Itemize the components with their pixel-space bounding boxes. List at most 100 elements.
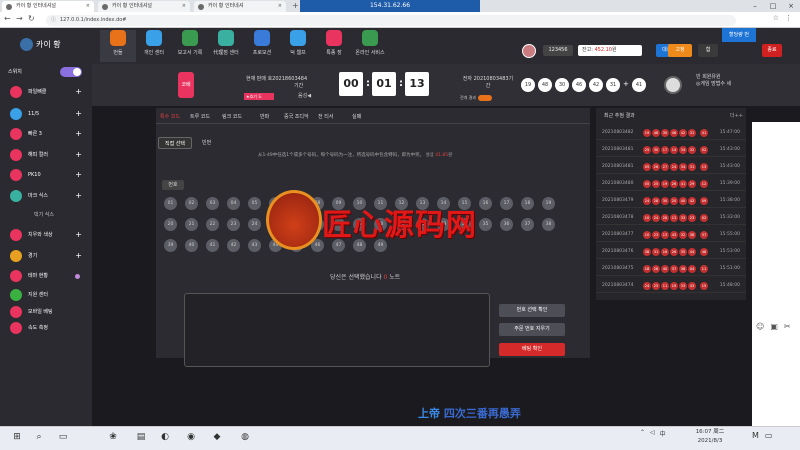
volume-icon[interactable]: ◁ <box>650 429 655 438</box>
expand-icon[interactable]: + <box>75 227 82 243</box>
browser-tab[interactable]: 카이 황 인터네셔널 × <box>2 1 94 12</box>
number-ball[interactable]: 42 <box>227 239 240 252</box>
tab-special-code[interactable]: 특수 코드 <box>160 113 180 120</box>
number-ball[interactable]: 35 <box>479 218 492 231</box>
number-ball[interactable]: 41 <box>206 239 219 252</box>
close-icon[interactable]: × <box>278 1 282 12</box>
site-logo[interactable]: 카이 황 <box>20 36 90 54</box>
tab-zodiac[interactable]: 중국 조디악 <box>284 113 309 120</box>
expand-icon[interactable]: + <box>75 106 82 122</box>
number-ball[interactable]: 39 <box>164 239 177 252</box>
sidebar-item[interactable]: 경기 + <box>8 248 86 264</box>
app2-icon[interactable]: ◍ <box>238 430 252 444</box>
expand-icon[interactable]: + <box>75 84 82 100</box>
smile-icon[interactable]: ☺ <box>756 322 764 331</box>
expand-icon[interactable]: + <box>75 248 82 264</box>
number-ball[interactable]: 18 <box>521 197 534 210</box>
notification-icon[interactable]: ▭ <box>765 431 773 440</box>
expand-icon[interactable]: + <box>75 147 82 163</box>
number-ball[interactable]: 16 <box>479 197 492 210</box>
number-ball[interactable]: 37 <box>521 218 534 231</box>
menu-icon[interactable]: ⋮ <box>785 14 792 22</box>
sidebar-item[interactable]: 모바일 베팅 <box>8 304 86 320</box>
number-ball[interactable]: 20 <box>164 218 177 231</box>
tab-link-code[interactable]: 링크 코드 <box>222 113 242 120</box>
subtab-frequent[interactable]: 빈번 <box>196 137 217 149</box>
forward-icon[interactable]: → <box>16 14 23 23</box>
nav-promotion[interactable]: 프로모션 <box>244 30 280 62</box>
close-icon[interactable]: × <box>782 0 800 12</box>
expand-icon[interactable]: + <box>75 188 82 204</box>
clock[interactable]: 16:07 周二 2021/8/3 <box>690 428 730 446</box>
logout-button[interactable]: 종료 <box>762 44 782 57</box>
chrome-icon[interactable]: ◉ <box>184 430 198 444</box>
task-view-icon[interactable]: ▭ <box>56 430 70 444</box>
remote-icon[interactable]: ◆ <box>210 430 224 444</box>
sidebar-item[interactable]: 11/5 + <box>8 106 86 122</box>
close-icon[interactable]: × <box>182 1 186 12</box>
number-ball[interactable]: 43 <box>248 239 261 252</box>
scissors-icon[interactable]: ✂ <box>784 322 791 331</box>
folder-icon[interactable]: ▤ <box>134 430 148 444</box>
number-ball[interactable]: 38 <box>542 218 555 231</box>
bet-numbers-textarea[interactable] <box>184 293 490 367</box>
sidebar-item[interactable]: 속도 측정 <box>8 320 86 336</box>
network-icon[interactable]: ⌃ <box>640 429 645 438</box>
tab-tail[interactable]: 전 티서 <box>318 113 333 120</box>
bet-confirm-button[interactable]: 베팅 확인 <box>499 343 565 356</box>
fixed-button[interactable]: 고정 <box>668 44 692 57</box>
animation-toggle[interactable]: 전개 결과 <box>460 95 492 101</box>
number-ball[interactable]: 19 <box>542 197 555 210</box>
number-ball[interactable]: 40 <box>185 239 198 252</box>
sidebar-item[interactable]: PK10 + <box>8 167 86 183</box>
nav-home[interactable]: 번들 <box>100 30 136 62</box>
number-ball[interactable]: 21 <box>185 218 198 231</box>
new-tab-icon[interactable]: + <box>292 0 299 12</box>
close-icon[interactable]: × <box>86 1 90 12</box>
nav-special[interactable]: 특종 장 <box>316 30 352 62</box>
url-input[interactable]: ⓘ 127.0.0.1/index.index.do# <box>46 15 736 26</box>
sidebar-item[interactable]: 치우와 색상 + <box>8 227 86 243</box>
sound-button[interactable]: 음성◀ <box>298 92 311 99</box>
avatar[interactable] <box>522 44 536 58</box>
number-ball[interactable]: 23 <box>227 218 240 231</box>
sidebar-item[interactable]: 지원 센터 <box>8 287 86 303</box>
image-icon[interactable]: ▣ <box>770 322 778 331</box>
nav-personal-center[interactable]: 개인 센터 <box>136 30 172 62</box>
sidebar-item[interactable]: 해피 컬러 + <box>8 147 86 163</box>
nav-online-service[interactable]: 온라인 서비스 <box>352 30 388 62</box>
sidebar-subitem[interactable]: 빅기 식스 <box>34 211 54 218</box>
expand-icon[interactable]: + <box>75 167 82 183</box>
number-ball[interactable]: 17 <box>500 197 513 210</box>
number-ball[interactable]: 02 <box>185 197 198 210</box>
tab-true-code[interactable]: 트루 코드 <box>190 113 210 120</box>
browser-tab[interactable]: 카이 황 인터네셔 × <box>194 1 286 12</box>
ime-icon[interactable]: 中 <box>660 429 666 438</box>
number-ball[interactable]: 01 <box>164 197 177 210</box>
windows-icon[interactable]: ⊞ <box>10 430 24 444</box>
search-icon[interactable]: ⌕ <box>32 430 46 444</box>
more-link[interactable]: 더++ <box>730 112 743 119</box>
browser-tab[interactable]: 카이 황 인터네셔널 × <box>98 1 190 12</box>
confirm-selection-button[interactable]: 번호 선택 확인 <box>499 304 565 317</box>
number-ball[interactable]: 05 <box>248 197 261 210</box>
star-icon[interactable]: ☆ <box>773 14 779 22</box>
number-ball[interactable]: 22 <box>206 218 219 231</box>
reload-icon[interactable]: ↻ <box>28 14 35 23</box>
number-ball[interactable]: 03 <box>206 197 219 210</box>
maximize-icon[interactable]: □ <box>764 0 782 12</box>
tab-half[interactable]: 반파 <box>260 113 269 120</box>
number-ball[interactable]: 04 <box>227 197 240 210</box>
switch-toggle[interactable] <box>60 67 82 77</box>
ime-mode-icon[interactable]: M <box>752 431 759 440</box>
sidebar-item[interactable]: 마크 식스 + <box>8 188 86 204</box>
edge-icon[interactable]: ◐ <box>158 430 172 444</box>
sidebar-item[interactable]: 파일뼈클 + <box>8 84 86 100</box>
mypage-button[interactable]: 힘 <box>698 44 718 57</box>
app-icon[interactable]: ❀ <box>106 430 120 444</box>
sidebar-item[interactable]: 테마 현황 <box>8 268 86 284</box>
sidebar-item[interactable]: 빠른 3 + <box>8 126 86 142</box>
nav-web[interactable]: 덕 웹프 <box>280 30 316 62</box>
back-icon[interactable]: ← <box>4 14 11 23</box>
nav-report[interactable]: 보고서 기록 <box>172 30 208 62</box>
